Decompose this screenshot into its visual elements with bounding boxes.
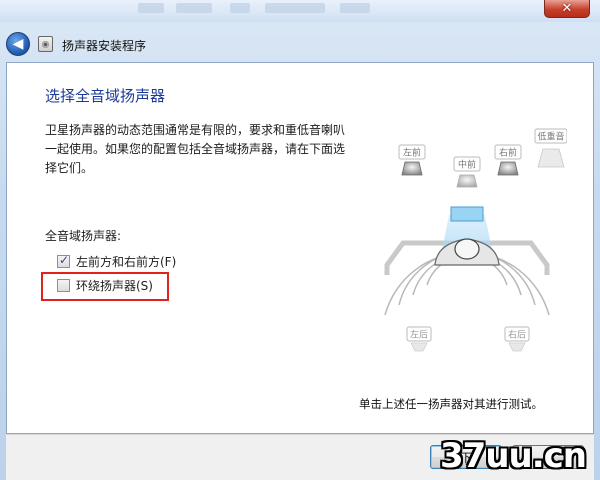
speaker-label-front-right: 右前 [499, 147, 517, 159]
speaker-front-left: 左前 [398, 144, 426, 176]
wizard-content-panel: 选择全音域扬声器 卫星扬声器的动态范围通常是有限的，要求和重低音喇叭一起使用。如… [6, 62, 594, 434]
speaker-layout-diagram: 左前 中前 右前 低重音 左后 右后 [384, 128, 567, 352]
site-watermark: 37uu.cn [440, 436, 587, 476]
speaker-subwoofer: 低重音 [534, 128, 567, 168]
title-bar-blur [138, 3, 164, 13]
speaker-rear-left: 左后 [406, 326, 432, 352]
front-left-right-label: 左前方和右前方(F) [76, 255, 177, 269]
close-button[interactable]: ✕ [544, 0, 590, 18]
title-bar-blur [176, 3, 212, 13]
speaker-center: 中前 [453, 156, 481, 188]
speaker-label-rear-right: 右后 [508, 329, 526, 341]
speaker-label-front-left: 左前 [403, 147, 421, 159]
speaker-rear-right: 右后 [504, 326, 530, 352]
navigation-bar: ◀ 扬声器安装程序 [0, 22, 600, 62]
close-icon: ✕ [561, 1, 573, 16]
highlight-annotation-box [41, 272, 169, 301]
speaker-label-subwoofer: 低重音 [537, 131, 564, 143]
window-title: 扬声器安装程序 [62, 39, 147, 53]
full-range-speakers-label: 全音域扬声器: [45, 229, 122, 243]
back-button[interactable]: ◀ [6, 32, 30, 56]
page-description: 卫星扬声器的动态范围通常是有限的，要求和重低音喇叭一起使用。如果您的配置包括全音… [45, 123, 346, 175]
display-icon [450, 206, 484, 222]
test-hint-text: 单击上述任一扬声器对其进行测试。 [359, 397, 543, 411]
speaker-label-center: 中前 [458, 159, 476, 171]
title-bar-blur [265, 3, 325, 13]
option-front-left-right[interactable]: 左前方和右前方(F) [57, 253, 176, 270]
title-bar: ✕ [0, 0, 600, 22]
speaker-setup-icon [38, 36, 53, 52]
speaker-label-rear-left: 左后 [410, 329, 428, 341]
front-left-right-checkbox[interactable] [57, 253, 70, 268]
speaker-front-right: 右前 [494, 144, 522, 176]
title-bar-blur [340, 3, 370, 13]
title-bar-blur [230, 3, 250, 13]
back-arrow-icon: ◀ [12, 35, 24, 52]
page-title: 选择全音域扬声器 [45, 87, 166, 105]
